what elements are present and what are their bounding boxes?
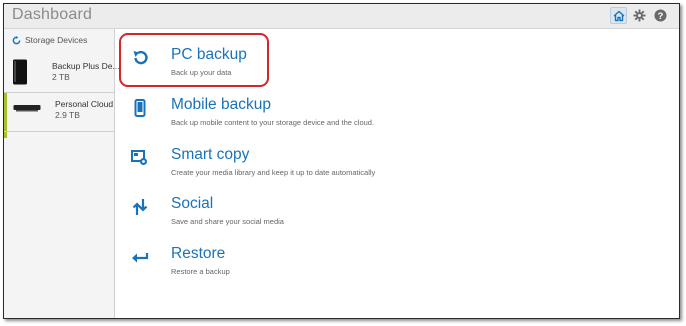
smart-copy-button[interactable]: Smart copy Create your media library and… <box>127 141 547 181</box>
restore-button[interactable]: Restore Restore a backup <box>127 240 547 280</box>
device-size: 2.9 TB <box>55 110 80 120</box>
item-description: Restore a backup <box>171 267 230 276</box>
device-name: Backup Plus De... <box>52 61 120 71</box>
refresh-icon <box>12 35 21 44</box>
mobile-backup-button[interactable]: Mobile backup Back up mobile content to … <box>127 91 547 131</box>
page-title: Dashboard <box>12 6 93 23</box>
item-description: Back up mobile content to your storage d… <box>171 118 375 127</box>
item-title: Mobile backup <box>171 96 271 113</box>
storage-devices-header[interactable]: Storage Devices <box>12 35 87 45</box>
restore-icon <box>132 253 149 263</box>
device-name: Personal Cloud <box>55 99 114 109</box>
item-title: Restore <box>171 245 226 262</box>
item-description: Save and share your social media <box>171 217 284 226</box>
network-drive-icon <box>13 105 41 112</box>
storage-devices-label: Storage Devices <box>25 35 88 45</box>
sidebar: Storage Devices Backup Plus De... 2 TB P… <box>4 29 120 318</box>
svg-text:?: ? <box>658 11 664 21</box>
app-header: Dashboard ? <box>4 4 679 29</box>
gear-icon[interactable] <box>631 7 648 24</box>
backup-icon <box>133 50 148 65</box>
social-icon <box>132 199 148 215</box>
smart-copy-icon <box>131 150 147 165</box>
item-title: Social <box>171 195 214 212</box>
item-title: Smart copy <box>171 146 250 163</box>
divider <box>4 131 114 132</box>
app-window: Dashboard ? Storage Devices Backup Plus … <box>3 3 680 319</box>
header-toolbar: ? <box>610 7 669 24</box>
home-icon[interactable] <box>610 7 627 24</box>
device-size: 2 TB <box>52 72 70 82</box>
external-drive-icon <box>13 59 27 85</box>
mobile-icon <box>134 99 146 117</box>
item-title: PC backup <box>171 46 247 63</box>
social-button[interactable]: Social Save and share your social media <box>127 190 547 230</box>
pc-backup-button[interactable]: PC backup Back up your data <box>127 41 547 81</box>
item-description: Back up your data <box>171 68 232 77</box>
item-description: Create your media library and keep it up… <box>171 168 376 177</box>
help-icon[interactable]: ? <box>652 7 669 24</box>
main-panel: PC backup Back up your data Mobile backu… <box>115 29 679 318</box>
